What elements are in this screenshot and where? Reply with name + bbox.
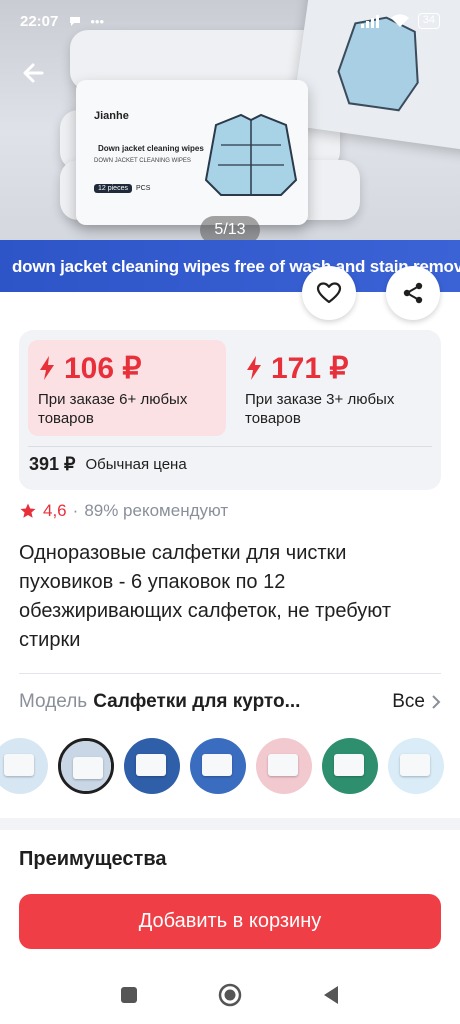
pack-pieces: 12 pieces PCS bbox=[94, 184, 150, 193]
product-page: Jianhe Down jacket cleaning wipes DOWN J… bbox=[0, 0, 460, 1024]
section-separator bbox=[0, 818, 460, 830]
home-icon[interactable] bbox=[218, 983, 242, 1007]
status-time: 22:07 bbox=[20, 12, 59, 30]
share-icon bbox=[403, 282, 423, 304]
lightning-icon bbox=[247, 356, 261, 380]
thumbnail-image bbox=[0, 738, 48, 794]
tier-price: 106 ₽ bbox=[64, 351, 142, 385]
recommend-percent: 89% рекомендуют bbox=[84, 501, 229, 520]
chevron-right-icon bbox=[432, 695, 441, 709]
pack-subtitle: DOWN JACKET CLEANING WIPES bbox=[94, 158, 191, 164]
favorite-button[interactable] bbox=[302, 266, 356, 320]
recent-apps-icon[interactable] bbox=[120, 986, 138, 1004]
rating-separator: · bbox=[72, 501, 79, 520]
thumbnail-pack bbox=[136, 754, 166, 776]
cellular-off-icon bbox=[360, 15, 379, 28]
price-card: 106 ₽ При заказе 6+ любых товаров 171 ₽ … bbox=[19, 330, 441, 490]
thumbnail-image bbox=[61, 741, 111, 791]
model-thumbnail[interactable] bbox=[322, 738, 378, 794]
back-arrow-icon[interactable] bbox=[20, 58, 50, 88]
pieces-pill: 12 pieces bbox=[94, 184, 132, 193]
star-icon bbox=[20, 503, 36, 518]
back-nav-icon[interactable] bbox=[322, 985, 340, 1005]
heart-icon bbox=[316, 282, 342, 304]
thumbnail-image bbox=[124, 738, 180, 794]
rating-score: 4,6 bbox=[43, 501, 67, 520]
model-thumbnails bbox=[0, 738, 460, 796]
jacket-illustration bbox=[204, 113, 298, 196]
regular-price-label: Обычная цена bbox=[85, 456, 187, 473]
status-bar: 22:07 ••• 34 bbox=[0, 0, 460, 42]
thumbnail-image bbox=[322, 738, 378, 794]
battery-icon: 34 bbox=[417, 13, 440, 29]
thumbnail-pack bbox=[268, 754, 298, 776]
divider bbox=[19, 673, 441, 674]
status-right-icons: 34 bbox=[360, 13, 440, 29]
price-tier-2[interactable]: 171 ₽ При заказе 3+ любых товаров bbox=[235, 340, 433, 436]
price-divider bbox=[28, 446, 432, 447]
status-left-icons: ••• bbox=[68, 14, 104, 29]
product-title: Одноразовые салфетки для чистки пуховико… bbox=[19, 542, 392, 651]
pcs-label: PCS bbox=[135, 185, 151, 192]
regular-price: 391 ₽ Обычная цена bbox=[29, 454, 187, 475]
pack-brand: Jianhe bbox=[94, 110, 129, 122]
pack-title: Down jacket cleaning wipes bbox=[98, 144, 204, 153]
tier-price-line: 106 ₽ bbox=[38, 350, 216, 386]
rating-row[interactable]: 4,6 · 89% рекомендуют bbox=[19, 501, 228, 521]
thumbnail-pack bbox=[400, 754, 430, 776]
thumbnail-pack bbox=[202, 754, 232, 776]
tier-price: 171 ₽ bbox=[271, 351, 349, 385]
lightning-icon bbox=[40, 356, 54, 380]
price-tier-1[interactable]: 106 ₽ При заказе 6+ любых товаров bbox=[28, 340, 226, 436]
wipes-pack-front: Jianhe Down jacket cleaning wipes DOWN J… bbox=[76, 80, 308, 225]
model-thumbnail[interactable] bbox=[190, 738, 246, 794]
thumbnail-pack bbox=[73, 757, 103, 779]
model-thumbnail[interactable] bbox=[0, 738, 48, 794]
thumbnail-pack bbox=[334, 754, 364, 776]
model-thumbnail[interactable] bbox=[58, 738, 114, 794]
model-all-label: Все bbox=[392, 691, 425, 712]
wifi-icon bbox=[390, 14, 409, 27]
model-label: Модель bbox=[19, 691, 88, 712]
product-image-gallery[interactable]: Jianhe Down jacket cleaning wipes DOWN J… bbox=[0, 0, 460, 292]
thumbnail-image bbox=[190, 738, 246, 794]
model-thumbnail[interactable] bbox=[256, 738, 312, 794]
system-nav-bar bbox=[0, 966, 460, 1024]
thumbnail-pack bbox=[4, 754, 34, 776]
model-all-link[interactable]: Все bbox=[392, 691, 441, 713]
advantages-title: Преимущества bbox=[19, 848, 167, 870]
add-to-cart-button[interactable]: Добавить в корзину bbox=[19, 894, 441, 949]
tier-condition: При заказе 3+ любых товаров bbox=[245, 391, 395, 427]
share-button[interactable] bbox=[386, 266, 440, 320]
thumbnail-image bbox=[256, 738, 312, 794]
model-thumbnail[interactable] bbox=[124, 738, 180, 794]
chat-icon bbox=[70, 17, 81, 26]
thumbnail-image bbox=[388, 738, 444, 794]
more-dots-icon: ••• bbox=[90, 13, 105, 29]
model-value: Салфетки для курто... bbox=[93, 691, 301, 712]
tier-condition: При заказе 6+ любых товаров bbox=[38, 391, 188, 427]
model-selector[interactable]: Модель Салфетки для курто... Все bbox=[19, 691, 441, 713]
model-thumbnail[interactable] bbox=[388, 738, 444, 794]
regular-price-value: 391 ₽ bbox=[29, 454, 76, 474]
tier-price-line: 171 ₽ bbox=[245, 350, 423, 386]
